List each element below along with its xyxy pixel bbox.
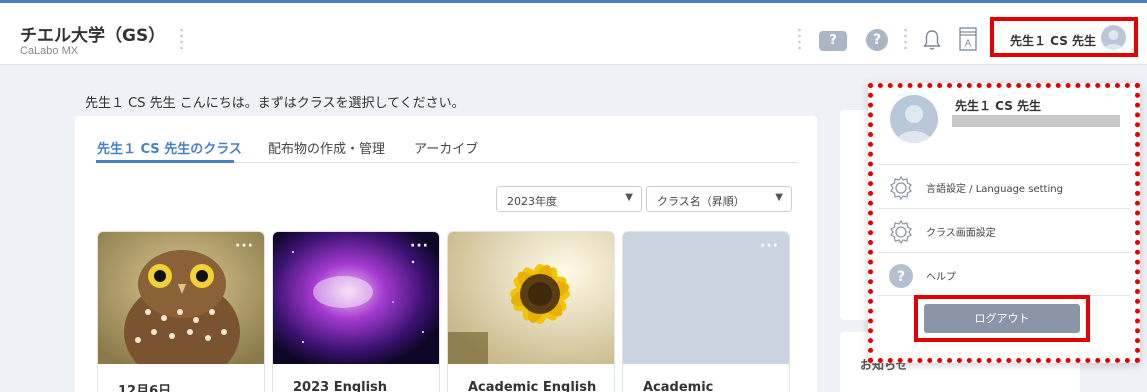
sunflower-image [448, 232, 614, 364]
class-card[interactable]: Academic English [447, 231, 615, 392]
menu-item-class-settings[interactable]: クラス画面設定 [878, 208, 1130, 252]
class-card[interactable]: ··· 12月6日 [97, 231, 265, 392]
redacted-email [952, 115, 1120, 127]
header-divider [180, 27, 183, 53]
help-circle-icon[interactable]: ? [866, 29, 888, 51]
card-menu-icon[interactable]: ··· [410, 238, 429, 254]
tab-my-classes[interactable]: 先生１ CS 先生のクラス [97, 138, 242, 157]
year-select-value: 2023年度 [507, 195, 557, 208]
help-icon: ? [888, 263, 914, 289]
menu-item-language[interactable]: 言語設定 / Language setting [878, 164, 1130, 208]
gear-icon [888, 175, 914, 201]
svg-text:?: ? [897, 269, 905, 285]
svg-text:A: A [965, 39, 972, 49]
help-square-icon[interactable]: ? [819, 31, 847, 51]
greeting-text: 先生１ CS 先生 こんにちは。まずはクラスを選択してください。 [85, 96, 465, 111]
app-title: チエル大学（GS） [20, 26, 166, 46]
chevron-down-icon: ▼ [775, 192, 783, 203]
bell-icon[interactable] [923, 29, 941, 55]
logout-highlight: ログアウト [914, 295, 1090, 342]
class-title: 2023 English [293, 380, 388, 392]
tab-archive[interactable]: アーカイブ [414, 138, 478, 157]
app-subtitle: CaLabo MX [20, 45, 79, 57]
header-divider [904, 27, 907, 53]
dropdown-user-name: 先生１ CS 先生 [955, 99, 1042, 113]
class-title: 12月6日 [118, 384, 172, 392]
menu-item-label: ヘルプ [926, 272, 956, 283]
menu-item-label: クラス画面設定 [926, 228, 996, 239]
active-tab-indicator [96, 160, 234, 163]
card-menu-icon[interactable]: ··· [235, 238, 254, 254]
menu-item-help[interactable]: ? ヘルプ [878, 252, 1130, 296]
sort-select[interactable]: クラス名（昇順） ▼ [646, 186, 792, 212]
header-divider [798, 27, 801, 53]
user-dropdown-menu: 先生１ CS 先生 言語設定 / Language setting クラス画面設… [868, 83, 1140, 363]
app-header: チエル大学（GS） CaLabo MX ? ? A [0, 0, 1147, 65]
class-card[interactable]: ··· 2023 English [272, 231, 440, 392]
avatar-icon [1101, 25, 1126, 50]
class-card[interactable]: ··· Academic [622, 231, 790, 392]
tab-distribution[interactable]: 配布物の作成・管理 [268, 138, 385, 157]
avatar-icon [890, 95, 938, 143]
dictionary-icon[interactable]: A [958, 27, 978, 55]
menu-item-label: 言語設定 / Language setting [926, 184, 1063, 195]
gear-icon [888, 219, 914, 245]
user-name: 先生１ CS 先生 [1010, 34, 1097, 48]
user-menu-button[interactable]: 先生１ CS 先生 [990, 17, 1138, 57]
class-title: Academic [643, 380, 714, 392]
year-select[interactable]: 2023年度 ▼ [496, 186, 642, 212]
chevron-down-icon: ▼ [625, 192, 633, 203]
class-title: Academic English [468, 380, 597, 392]
logout-button[interactable]: ログアウト [924, 304, 1080, 333]
sort-select-value: クラス名（昇順） [657, 195, 745, 208]
card-menu-icon[interactable]: ··· [760, 238, 779, 254]
